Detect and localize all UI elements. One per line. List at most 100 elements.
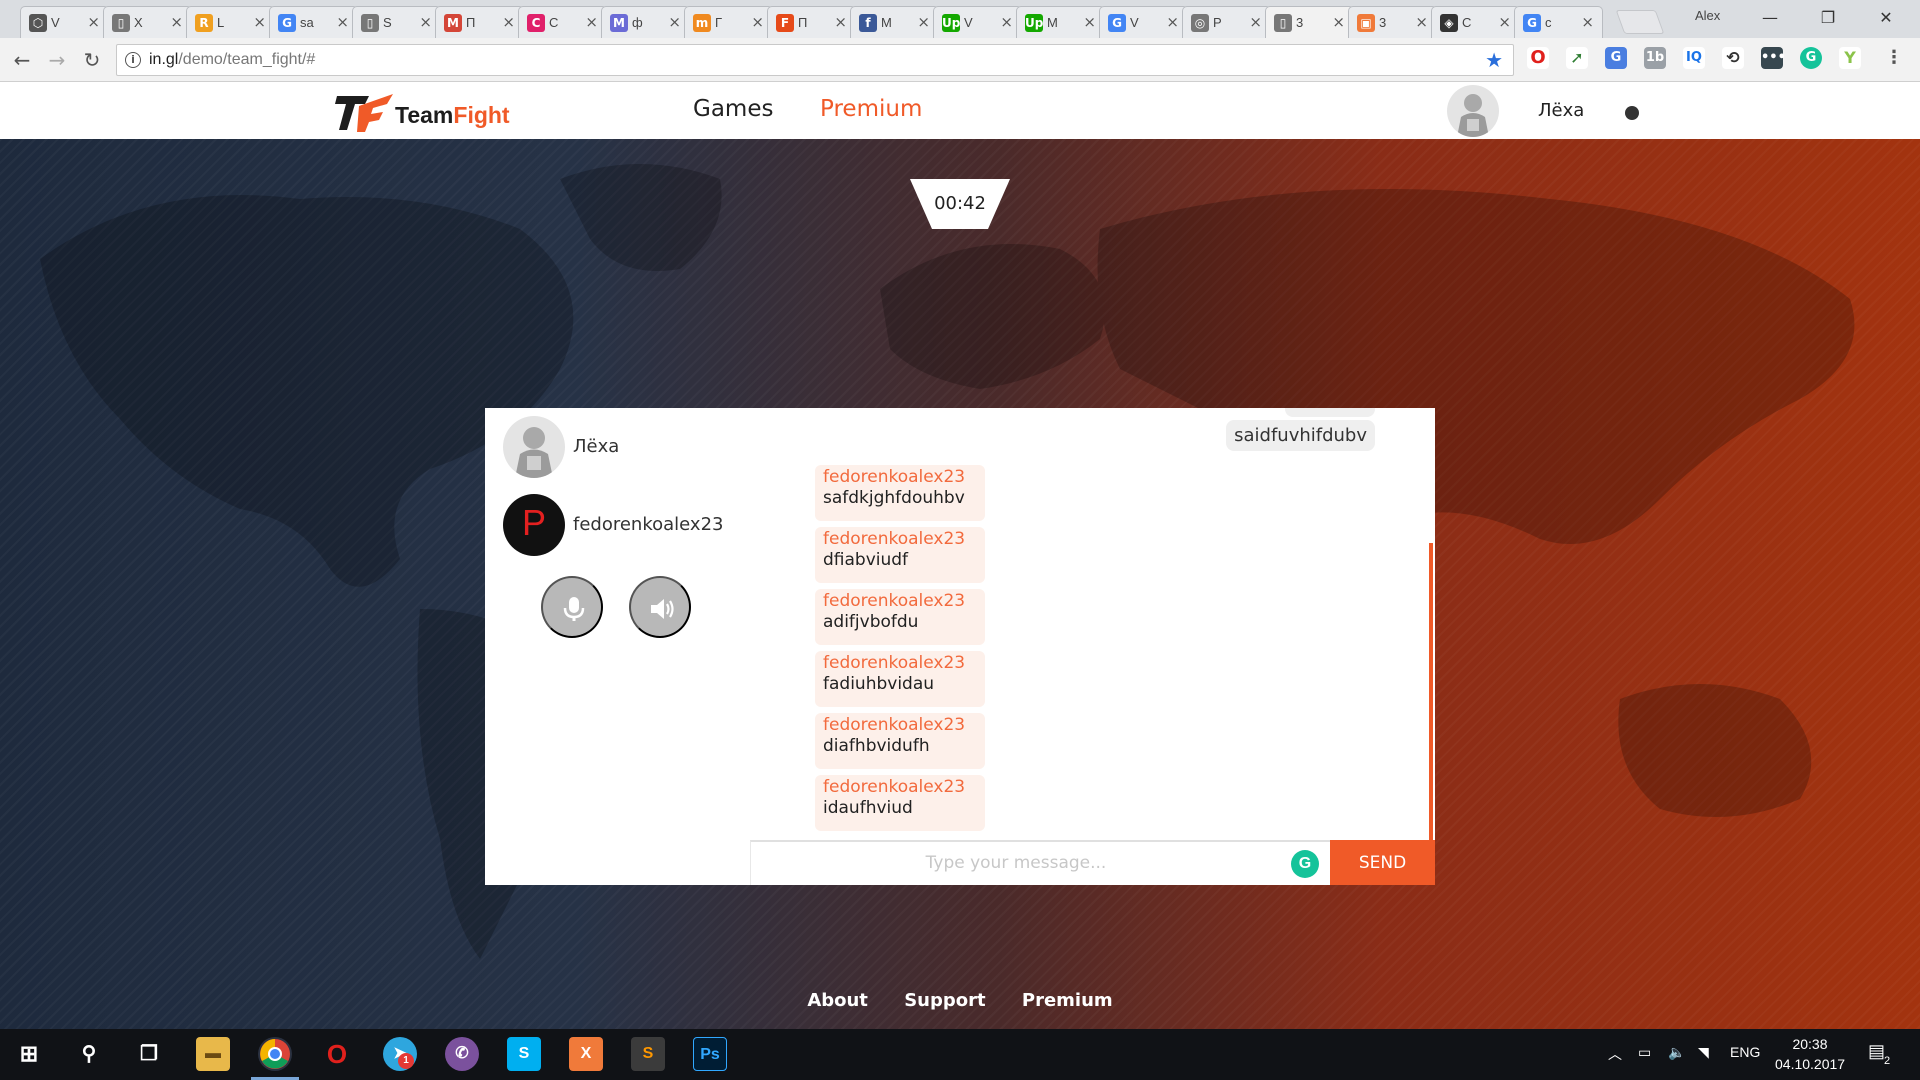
dots-extension-icon[interactable]: ••• [1761,47,1786,69]
browser-tab[interactable]: Gc × [1514,6,1603,38]
footer-premium-link[interactable]: Premium [1022,990,1113,1011]
browser-tab[interactable]: Up M × [1016,6,1105,38]
message-author[interactable]: fedorenkoalex23 [823,777,977,798]
restore-icon[interactable]: ❐ [1805,4,1851,32]
send-button[interactable]: SEND [1330,840,1435,885]
tab-close-icon[interactable]: × [668,13,681,31]
message-author[interactable]: fedorenkoalex23 [823,529,977,550]
tray-chevron-icon[interactable]: ︿ [1608,1044,1622,1064]
forward-icon[interactable]: → [45,48,69,72]
tab-close-icon[interactable]: × [834,13,847,31]
tab-close-icon[interactable]: × [170,13,183,31]
microphone-button[interactable] [541,576,603,638]
minimize-icon[interactable]: — [1747,4,1793,32]
tab-close-icon[interactable]: × [502,13,515,31]
tab-close-icon[interactable]: × [336,13,349,31]
reload-icon[interactable]: ↻ [80,48,104,72]
browser-tab[interactable]: C С × [518,6,607,38]
browser-tab[interactable]: ▯ X × [103,6,192,38]
volume-icon[interactable]: 🔈 [1668,1044,1685,1061]
browser-tab[interactable]: F П × [767,6,856,38]
message-author[interactable]: fedorenkoalex23 [823,467,977,488]
nav-premium-link[interactable]: Premium [820,96,922,122]
browser-tab[interactable]: ◎ P × [1182,6,1271,38]
messages-area[interactable]: saidfuvhifdubv fedorenkoalex23 safdkjghfd… [745,408,1425,840]
browser-tab[interactable]: f M × [850,6,939,38]
browser-tab[interactable]: R L × [186,6,275,38]
wifi-icon[interactable]: ◥ [1698,1044,1709,1061]
file-explorer-icon[interactable]: ▬ [196,1037,230,1071]
nav-games-link[interactable]: Games [693,96,773,122]
battery-icon[interactable]: ▭ [1638,1044,1651,1061]
new-tab-button[interactable] [1615,10,1665,34]
browser-tab[interactable]: Up V × [933,6,1022,38]
xampp-icon[interactable]: X [569,1037,603,1071]
1b-extension-icon[interactable]: 1b [1644,47,1666,69]
y-extension-icon[interactable]: Y [1839,47,1861,69]
tab-close-icon[interactable]: × [585,13,598,31]
tab-close-icon[interactable]: × [1581,13,1594,31]
header-avatar[interactable] [1447,85,1499,137]
task-view-icon[interactable]: ❐ [132,1037,166,1071]
opera-extension-icon[interactable]: O [1527,47,1549,69]
tab-close-icon[interactable]: × [751,13,764,31]
grammarly-extension-icon[interactable]: G [1800,47,1822,69]
message-author[interactable]: fedorenkoalex23 [823,591,977,612]
participant-self[interactable]: Лёха [503,416,763,480]
tab-close-icon[interactable]: × [1166,13,1179,31]
site-info-icon[interactable]: i [125,52,141,68]
messages-scrollbar[interactable] [1429,543,1433,840]
bookmark-star-icon[interactable]: ★ [1485,48,1503,72]
tab-close-icon[interactable]: × [1000,13,1013,31]
message-author[interactable]: fedorenkoalex23 [823,715,977,736]
browser-tab[interactable]: Mф × [601,6,690,38]
tab-close-icon[interactable]: × [87,13,100,31]
url-text[interactable]: in.gl/demo/team_fight/# [149,51,315,69]
tab-close-icon[interactable]: × [419,13,432,31]
message-author[interactable]: fedorenkoalex23 [823,653,977,674]
address-bar[interactable]: i in.gl/demo/team_fight/# ★ [116,44,1514,76]
footer-support-link[interactable]: Support [904,990,985,1011]
tab-close-icon[interactable]: × [253,13,266,31]
browser-tab[interactable]: ▯ 3 × [1265,6,1354,39]
browser-tab[interactable]: m Г × [684,6,773,38]
tab-close-icon[interactable]: × [1498,13,1511,31]
tab-close-icon[interactable]: × [1332,13,1345,31]
menu-icon[interactable]: ⋮ [1883,47,1905,69]
message-input[interactable] [751,842,1281,884]
participant-opponent[interactable]: P fedorenkoalex23 [503,494,763,558]
browser-tab[interactable]: ◈ С × [1431,6,1520,38]
header-username[interactable]: Лёха [1538,100,1584,121]
grammarly-icon[interactable]: G [1291,850,1319,878]
opera-icon[interactable]: O [320,1037,354,1071]
tab-close-icon[interactable]: × [1083,13,1096,31]
photoshop-icon[interactable]: Ps [693,1037,727,1071]
search-icon[interactable]: ⚲ [72,1037,106,1071]
language-indicator[interactable]: ENG [1730,1044,1760,1060]
close-window-icon[interactable]: ✕ [1863,4,1909,32]
tab-close-icon[interactable]: × [1415,13,1428,31]
browser-tab[interactable]: ▣ 3 × [1348,6,1437,38]
clock[interactable]: 20:38 04.10.2017 [1775,1034,1845,1074]
translate-extension-icon[interactable]: G [1605,47,1627,69]
sync-extension-icon[interactable]: ⟲ [1722,47,1744,69]
chat-message: fedorenkoalex23 idaufhviud [815,775,985,831]
notifications-icon[interactable]: ▤ [1868,1041,1885,1062]
sublime-text-icon[interactable]: S [631,1037,665,1071]
browser-tab[interactable]: ▯ S × [352,6,441,38]
iq-extension-icon[interactable]: IQ [1683,47,1705,69]
tab-close-icon[interactable]: × [917,13,930,31]
viber-icon[interactable]: ✆ [445,1037,479,1071]
skype-icon[interactable]: S [507,1037,541,1071]
arrow-extension-icon[interactable]: ➚ [1566,47,1588,69]
windows-start-icon[interactable]: ⊞ [12,1037,46,1071]
chrome-icon[interactable] [258,1037,292,1071]
tab-close-icon[interactable]: × [1249,13,1262,31]
back-icon[interactable]: ← [10,48,34,72]
browser-tab[interactable]: G V × [1099,6,1188,38]
speaker-button[interactable] [629,576,691,638]
browser-tab[interactable]: Gsa × [269,6,358,38]
browser-tab[interactable]: M П × [435,6,524,38]
browser-tab[interactable]: ⬡ V × [20,6,109,38]
footer-about-link[interactable]: About [807,990,868,1011]
